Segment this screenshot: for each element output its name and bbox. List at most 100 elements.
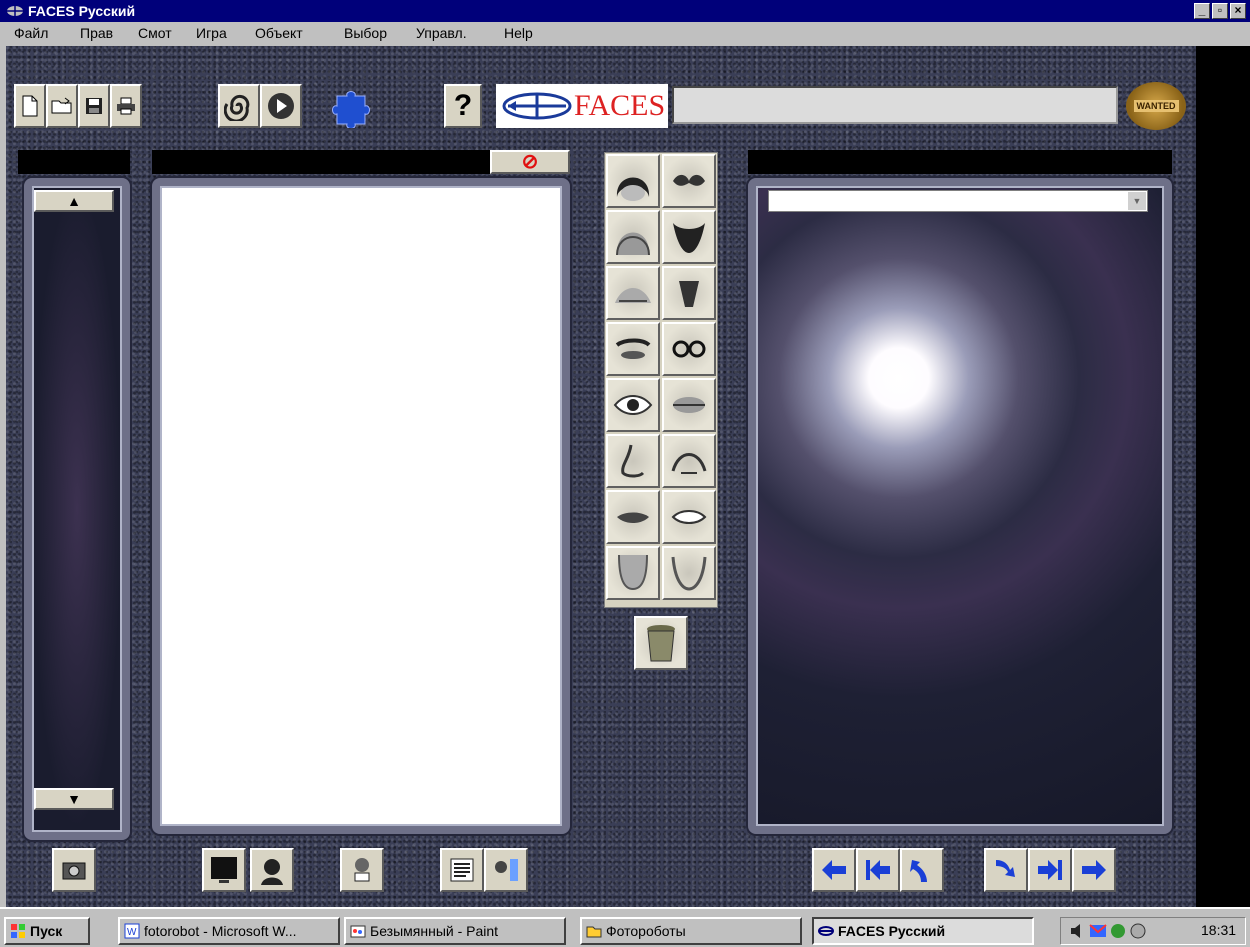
first-button[interactable]: [856, 848, 900, 892]
portrait-button[interactable]: [250, 848, 294, 892]
right-panel-header: [748, 150, 1172, 174]
feature-goatee-button[interactable]: [662, 266, 716, 320]
preview-panel: [748, 178, 1172, 834]
task-paint[interactable]: Безымянный - Paint: [344, 917, 566, 945]
next-button[interactable]: [1072, 848, 1116, 892]
feature-beard-button[interactable]: [662, 210, 716, 264]
maximize-button[interactable]: ▫: [1212, 3, 1228, 19]
scroll-up-button[interactable]: ▲: [34, 190, 114, 212]
start-button[interactable]: Пуск: [4, 917, 90, 945]
face-list-icon: [495, 859, 518, 881]
status-field: [672, 86, 1118, 124]
task-fotorobots[interactable]: Фотороботы: [580, 917, 802, 945]
feature-eyes-button[interactable]: [606, 378, 660, 432]
mail-icon[interactable]: [1089, 922, 1107, 940]
document-button[interactable]: [440, 848, 484, 892]
feature-chin-button[interactable]: [606, 546, 660, 600]
new-file-icon: [22, 95, 38, 117]
feature-mustache-button[interactable]: [662, 154, 716, 208]
redo-button[interactable]: [984, 848, 1028, 892]
play-button[interactable]: [260, 84, 302, 128]
menu-object[interactable]: Объект: [255, 22, 303, 44]
feature-mouth-open-button[interactable]: [662, 490, 716, 544]
feature-mouth-button[interactable]: [606, 490, 660, 544]
close-button[interactable]: ×: [1230, 3, 1246, 19]
menu-game[interactable]: Игра: [196, 22, 227, 44]
arrow-last-icon: [1038, 860, 1062, 880]
face-list-button[interactable]: [484, 848, 528, 892]
menu-control[interactable]: Управл.: [416, 22, 467, 44]
chevron-down-icon[interactable]: ▼: [1128, 192, 1146, 210]
mouth-open-icon: [671, 510, 707, 524]
monitor-button[interactable]: [202, 848, 246, 892]
menu-edit[interactable]: Прав: [80, 22, 113, 44]
feature-lips-closeup-button[interactable]: [662, 378, 716, 432]
morph-button[interactable]: [218, 84, 260, 128]
clear-button[interactable]: ⊘: [490, 150, 570, 174]
faces-task-icon: [818, 926, 834, 936]
help-icon: ?: [453, 89, 473, 122]
svg-text:W: W: [127, 927, 137, 938]
face-keyboard-icon: [354, 858, 370, 882]
spiral-icon: [224, 94, 250, 121]
feature-head-shape-button[interactable]: [606, 210, 660, 264]
nose-icon: [621, 444, 645, 478]
lips-closeup-icon: [673, 397, 705, 413]
composite-canvas[interactable]: [152, 178, 570, 834]
monitor-icon: [211, 857, 237, 883]
scroll-down-button[interactable]: ▼: [34, 788, 114, 810]
arrow-right-icon: [1082, 860, 1106, 880]
feature-eyebrows-button[interactable]: [606, 322, 660, 376]
menu-bar: Файл Прав Смот Игра Объект Выбор Управл.…: [0, 22, 1250, 44]
faces-app-icon: [7, 6, 23, 16]
speaker-icon[interactable]: [1069, 922, 1087, 940]
cheeks-icon: [671, 453, 707, 474]
task-word[interactable]: W fotorobot - Microsoft W...: [118, 917, 340, 945]
network-icon[interactable]: [1109, 922, 1127, 940]
task-faces[interactable]: FACES Русский: [812, 917, 1034, 945]
feature-list-panel[interactable]: [24, 178, 130, 840]
floppy-icon: [86, 98, 102, 114]
camera-button[interactable]: [52, 848, 96, 892]
forehead-icon: [615, 288, 651, 303]
open-folder-icon: [51, 97, 72, 114]
menu-select[interactable]: Выбор: [344, 22, 387, 44]
feature-jaw-button[interactable]: [662, 546, 716, 600]
open-button[interactable]: [46, 84, 78, 128]
help-button[interactable]: ?: [444, 84, 482, 128]
keyboard-face-button[interactable]: [340, 848, 384, 892]
eyebrows-icon: [615, 338, 651, 359]
trash-button[interactable]: [634, 616, 688, 670]
title-bar[interactable]: FACES Русский _ ▫ ×: [0, 0, 1250, 22]
glasses-icon: [672, 340, 706, 358]
menu-help[interactable]: Help: [504, 22, 533, 44]
minimize-button[interactable]: _: [1194, 3, 1210, 19]
print-button[interactable]: [110, 84, 142, 128]
taskbar: Пуск W fotorobot - Microsoft W... Безымя…: [0, 907, 1250, 947]
feature-cheeks-button[interactable]: [662, 434, 716, 488]
view-select[interactable]: ▼: [768, 190, 1148, 212]
menu-view[interactable]: Смот: [138, 22, 172, 44]
tray-app-icon[interactable]: [1129, 922, 1147, 940]
previous-button[interactable]: [812, 848, 856, 892]
windows-logo-icon: [11, 924, 25, 938]
faces-logo-icon: [502, 92, 572, 120]
arrow-first-icon: [866, 860, 890, 880]
undo-button[interactable]: [900, 848, 944, 892]
feature-forehead-button[interactable]: [606, 266, 660, 320]
mustache-icon: [673, 174, 705, 186]
menu-file[interactable]: Файл: [14, 22, 48, 44]
puzzle-button[interactable]: [331, 88, 377, 129]
last-button[interactable]: [1028, 848, 1072, 892]
workspace: ? FACES WANTED ⊘ ▲ ▼ ▼: [6, 46, 1250, 907]
save-button[interactable]: [78, 84, 110, 128]
new-button[interactable]: [14, 84, 46, 128]
document-icon: [450, 858, 474, 882]
word-icon: W: [124, 923, 140, 939]
feature-nose-button[interactable]: [606, 434, 660, 488]
camera-icon: [62, 862, 86, 880]
feature-hair-button[interactable]: [606, 154, 660, 208]
printer-icon: [117, 97, 135, 115]
feature-glasses-button[interactable]: [662, 322, 716, 376]
paint-icon: [350, 925, 366, 938]
